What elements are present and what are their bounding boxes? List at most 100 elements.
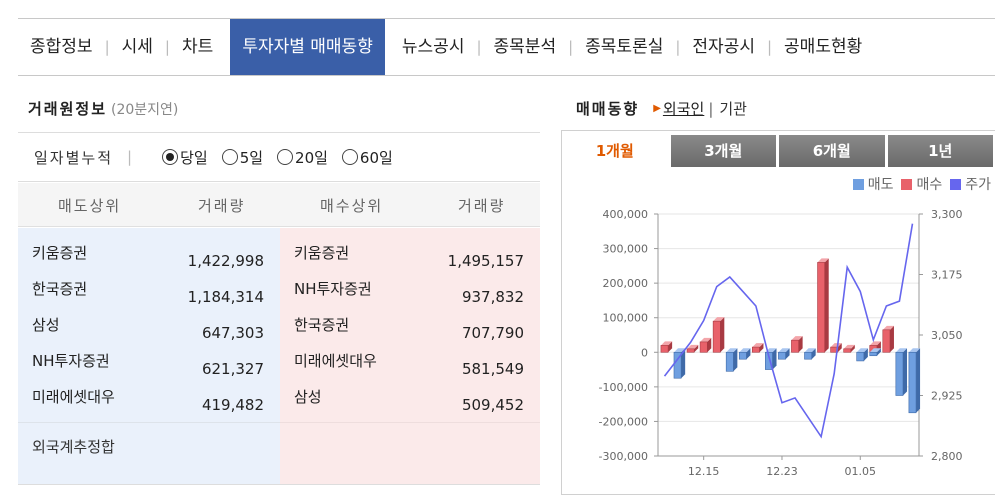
sell-bar — [869, 351, 878, 357]
radio-circle-icon[interactable] — [221, 149, 238, 165]
broker-name: 키움증권 — [294, 244, 350, 262]
sell-bar-side — [903, 348, 908, 396]
tab-4[interactable]: 뉴스공시 — [390, 19, 477, 75]
tab-3[interactable]: 투자자별 매매동향 — [230, 19, 385, 75]
sell-bar — [738, 351, 747, 360]
header-buy-volume: 거래량 — [458, 197, 506, 215]
broker-name: 미래에셋대우 — [32, 388, 115, 406]
delay-note: (20분지연) — [111, 102, 179, 118]
sell-bar — [856, 351, 865, 362]
buy-bar-side — [824, 258, 829, 353]
sell-bar — [804, 351, 812, 360]
legend-price-label: 주가 — [965, 177, 991, 193]
y-left-tick-label: 400,000 — [603, 208, 649, 221]
header-sell-top: 매도상위 — [58, 197, 122, 215]
buy-bar — [751, 346, 760, 353]
legend-price: 주가 — [950, 174, 991, 194]
trading-trend-chart: 400,000 300,000 200,000 100,000 0 -100,000 -20… — [599, 208, 963, 478]
buy-bar — [660, 345, 669, 353]
chart-legend: 매도 매수 주가 — [845, 174, 991, 194]
sell-bar-side — [916, 348, 921, 413]
buy-row: 한국증권 707,790 — [280, 306, 540, 342]
legend-sell-swatch — [852, 178, 864, 190]
broker-volume: 707,790 — [461, 324, 524, 342]
option-foreigner[interactable]: 외국인 — [663, 98, 704, 119]
broker-name: NH투자증권 — [32, 352, 110, 370]
broker-volume: 1,495,157 — [447, 252, 524, 270]
broker-name: 미래에셋대우 — [294, 352, 377, 370]
sell-top-list: 외국계추정합 키움증권 1,422,998 한국증권 1,184,314 삼성 647,3… — [18, 228, 280, 484]
broker-volume: 647,303 — [201, 324, 264, 342]
y-right-tick-label: 3,300 — [931, 208, 963, 221]
tab-0[interactable]: 종합정보 — [18, 19, 105, 75]
buy-bar-side — [720, 317, 725, 353]
broker-volume: 937,832 — [461, 288, 524, 306]
y-right-tick-label: 3,050 — [931, 329, 963, 342]
tab-6[interactable]: 종목토론실 — [573, 19, 675, 75]
sell-row: 한국증권 1,184,314 — [18, 270, 280, 306]
tab-2[interactable]: 차트 — [170, 19, 225, 75]
y-left-tick-label: -100,000 — [599, 381, 648, 394]
radio-circle-icon[interactable] — [341, 149, 358, 165]
broker-volume: 1,422,998 — [187, 252, 264, 270]
broker-volume: 1,184,314 — [187, 288, 264, 306]
buy-bar — [817, 262, 826, 353]
legend-sell-label: 매도 — [867, 177, 894, 193]
header-buy-top: 매수상위 — [320, 197, 384, 215]
period-radio-group: 당일 5일 20일 60일 — [162, 147, 407, 168]
sell-bar — [778, 351, 786, 360]
broker-name: 키움증권 — [32, 244, 88, 262]
period-tab-2[interactable]: 6개월 — [779, 135, 885, 167]
period-radio-3[interactable]: 60일 — [341, 147, 393, 168]
buy-row: 삼성 509,452 — [280, 378, 540, 414]
trading-trend-title: 매매동향 — [576, 100, 640, 118]
period-tab-1[interactable]: 3개월 — [670, 135, 776, 167]
buy-top-list: 키움증권 1,495,157 NH투자증권 937,832 한국증권 707,790 미래에… — [280, 228, 540, 484]
y-left-tick-label: 0 — [641, 346, 648, 359]
x-tick-label: 12.15 — [688, 465, 720, 478]
x-tick-label: 01.05 — [845, 465, 877, 478]
radio-circle-icon[interactable] — [277, 149, 294, 165]
legend-sell: 매도 — [852, 174, 894, 194]
legend-buy-label: 매수 — [916, 177, 943, 193]
period-radio-1[interactable]: 5일 — [221, 147, 263, 168]
tab-1[interactable]: 시세 — [110, 19, 165, 75]
arrow-right-icon: ▶ — [653, 103, 663, 114]
period-radio-0[interactable]: 당일 — [162, 147, 208, 168]
broker-name: 한국증권 — [294, 316, 350, 334]
table-bottom-border — [18, 484, 540, 485]
broker-name: 삼성 — [294, 388, 322, 406]
header-sell-volume: 거래량 — [198, 197, 246, 215]
y-left-tick-label: 300,000 — [603, 243, 649, 256]
buy-bar — [699, 341, 708, 353]
broker-name: 한국증권 — [32, 280, 88, 298]
option-divider: | — [708, 99, 716, 118]
tab-8[interactable]: 공매도현황 — [772, 19, 874, 75]
broker-info-title: 거래원정보 (20분지연) — [28, 98, 178, 119]
y-left-tick-label: 100,000 — [603, 312, 649, 325]
trading-trend-header: 매매동향 ▶ 외국인 | 기관 — [576, 98, 747, 119]
option-institution[interactable]: 기관 — [719, 98, 747, 119]
y-left-tick-label: -200,000 — [599, 415, 648, 428]
broker-volume: 419,482 — [201, 396, 264, 414]
radio-circle-icon[interactable] — [162, 149, 179, 165]
filter-label: 일자별누적 — [34, 148, 114, 167]
sell-bar — [725, 351, 734, 372]
sell-row: 미래에셋대우 419,482 — [18, 378, 280, 414]
buy-bar — [712, 320, 721, 353]
broker-name: 삼성 — [32, 316, 60, 334]
broker-table-header: 매도상위 거래량 매수상위 거래량 — [18, 183, 540, 227]
radio-label: 60일 — [359, 148, 393, 167]
sell-bar — [895, 351, 904, 396]
tab-5[interactable]: 종목분석 — [482, 19, 569, 75]
tab-7[interactable]: 전자공시 — [680, 19, 767, 75]
broker-volume: 581,549 — [461, 360, 524, 378]
period-radio-2[interactable]: 20일 — [277, 147, 328, 168]
period-tab-3[interactable]: 1년 — [887, 135, 993, 167]
buy-bar — [843, 348, 852, 353]
price-line — [663, 223, 914, 439]
top-tab-bar: 종합정보|시세|차트|투자자별 매매동향|뉴스공시|종목분석|종목토론실|전자공… — [18, 18, 995, 76]
period-tab-0[interactable]: 1개월 — [562, 135, 668, 167]
y-right-tick-label: 3,175 — [931, 269, 963, 282]
foreign-divider — [280, 422, 540, 423]
